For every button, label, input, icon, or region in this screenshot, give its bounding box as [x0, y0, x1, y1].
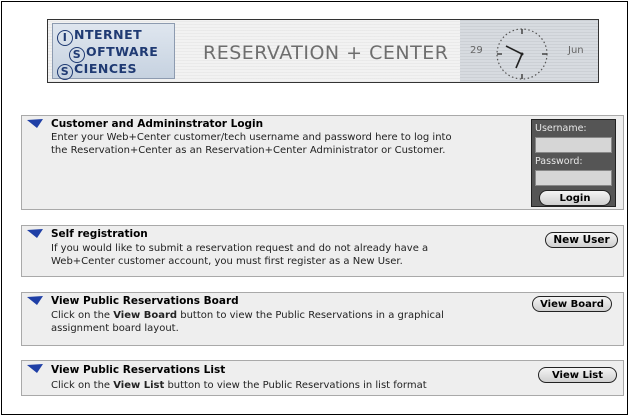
clock-icon [496, 28, 548, 80]
company-logo: I NTERNET S OFTWARE S CIENCES [52, 23, 175, 80]
section-title: Self registration [51, 228, 148, 240]
header-banner: I NTERNET S OFTWARE S CIENCES RESERVATION +… [47, 19, 599, 83]
view-board-section: View Public Reservations Board Click on … [21, 292, 624, 346]
section-description: Enter your Web+Center customer/tech user… [51, 132, 452, 156]
password-label: Password: [535, 156, 583, 167]
username-input[interactable] [535, 137, 612, 153]
arrow-icon [27, 119, 43, 128]
date-month: Jun [568, 45, 584, 56]
date-day: 29 [470, 45, 483, 56]
view-board-button[interactable]: View Board [532, 296, 612, 312]
arrow-icon [27, 296, 43, 305]
arrow-icon [27, 229, 43, 238]
app-title: RESERVATION + CENTER [203, 42, 449, 64]
section-title: Customer and Admininstrator Login [51, 118, 264, 130]
self-registration-section: Self registration If you would like to s… [21, 225, 624, 277]
section-title: View Public Reservations List [51, 364, 226, 376]
section-description: If you would like to submit a reservatio… [51, 243, 429, 267]
section-title: View Public Reservations Board [51, 295, 239, 307]
page-frame: I NTERNET S OFTWARE S CIENCES RESERVATION +… [1, 1, 628, 415]
arrow-icon [27, 364, 43, 373]
section-description: Click on the View List button to view th… [51, 380, 427, 391]
password-input[interactable] [535, 170, 612, 186]
date-panel: 29 Jun [460, 20, 598, 82]
view-list-button[interactable]: View List [538, 367, 617, 383]
view-list-section: View Public Reservations List Click on t… [21, 360, 624, 396]
logo-line-sciences: S CIENCES [57, 61, 137, 80]
login-section: Customer and Admininstrator Login Enter … [21, 115, 624, 210]
new-user-button[interactable]: New User [545, 232, 618, 248]
section-description: Click on the View Board button to view t… [51, 310, 444, 334]
login-form: Username: Password: Login [531, 119, 616, 207]
username-label: Username: [535, 123, 587, 134]
login-button[interactable]: Login [539, 190, 611, 206]
